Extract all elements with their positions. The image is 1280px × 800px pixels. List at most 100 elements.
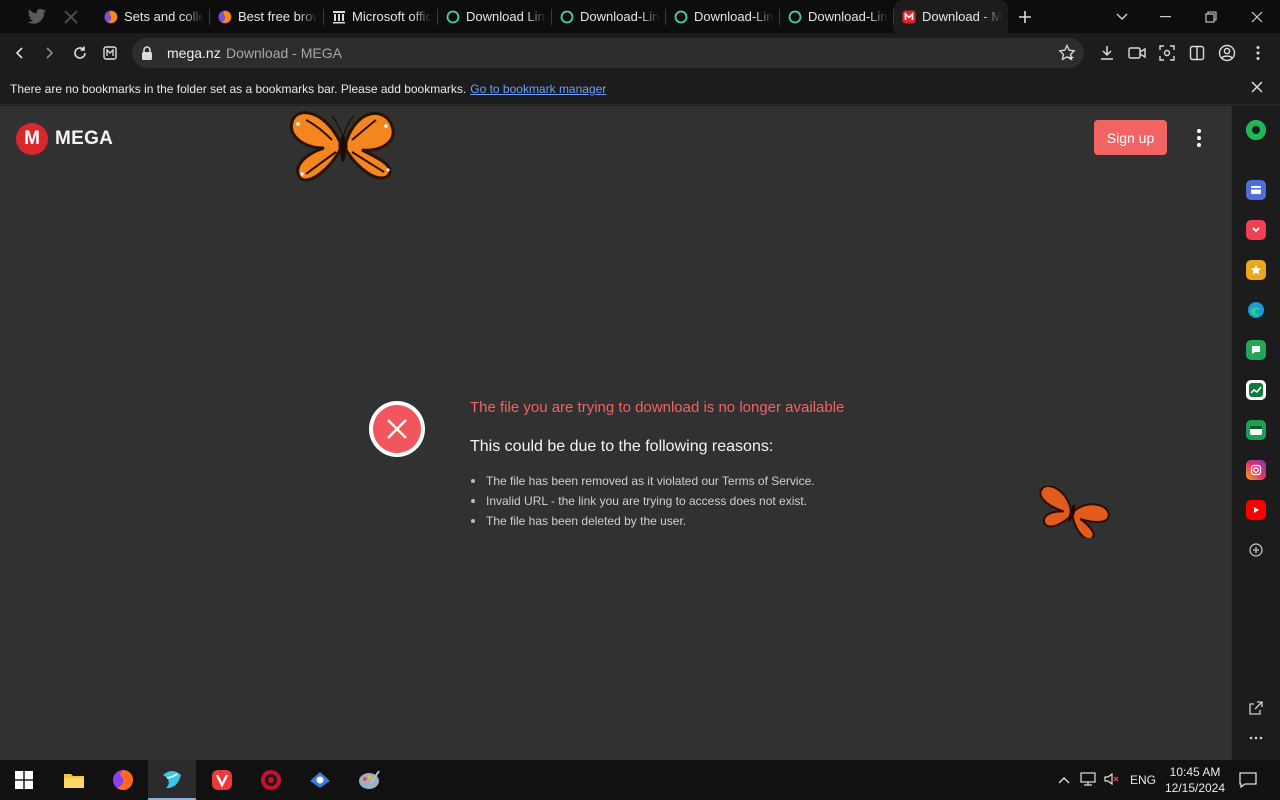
tab-title: Sets and collections [124,9,204,24]
bookmarks-notice: There are no bookmarks in the folder set… [10,82,606,96]
dot [1197,143,1201,147]
split-screen-button[interactable] [1184,40,1210,66]
close-bookmarks-notice-icon[interactable] [1250,80,1264,99]
volume-muted-icon[interactable] [1104,772,1120,789]
reader-mode-button[interactable] [97,40,123,66]
taskbar-clock[interactable]: 10:45 AM 12/15/2024 [1160,764,1230,796]
tab-title: Download Link [466,9,546,24]
sidebar-add-button[interactable] [1246,540,1266,560]
sidebar-youtube-icon[interactable] [1246,500,1266,520]
language-indicator[interactable]: ENG [1130,773,1156,787]
sidebar-edge-icon[interactable] [1246,300,1266,320]
system-tray: ENG [1058,760,1156,800]
network-icon[interactable] [1080,771,1096,789]
add-favorite-star-icon[interactable] [1058,43,1076,67]
url-page-title: Download - MEGA [226,45,342,61]
notifications-button[interactable] [1230,760,1266,800]
camera-icon [1128,47,1146,59]
taskbar-browser-active[interactable] [148,760,196,800]
tab-download-mega[interactable]: Download - MEGA [894,0,1008,33]
browser-sidebar [1231,106,1280,760]
sidebar-instagram-icon[interactable] [1246,460,1266,480]
downloads-button[interactable] [1094,40,1120,66]
sidebar-chart-icon[interactable] [1246,380,1266,400]
notification-icon [1239,772,1257,788]
paint-icon [359,770,380,789]
browser-icon [163,771,181,789]
taskbar-security-app[interactable] [247,760,295,800]
address-bar[interactable]: mega.nz Download - MEGA [132,38,1084,68]
minimize-button[interactable] [1142,0,1188,33]
circle-icon [446,10,460,24]
clock-date: 12/15/2024 [1164,781,1226,795]
tab-download-link-4[interactable]: Download-Link [780,0,894,33]
forward-button[interactable] [36,40,62,66]
tab-search-button[interactable] [1099,0,1145,33]
sidebar-spotify-icon[interactable] [1246,120,1266,140]
minimize-icon [1159,15,1171,17]
sign-up-button[interactable]: Sign up [1094,120,1167,155]
tab-sets-and-collections[interactable]: Sets and collections [96,0,210,33]
sidebar-messenger-icon[interactable] [1246,340,1266,360]
pinned-tab-x[interactable] [56,4,86,30]
new-tab-button[interactable] [1008,0,1042,33]
external-link-icon [1249,701,1263,715]
tab-title: Download - MEGA [922,9,1002,24]
x-logo-icon [64,10,78,24]
reload-icon [74,46,86,59]
page-menu-button[interactable] [1188,126,1210,150]
sidebar-calendar-icon[interactable] [1246,420,1266,440]
tab-download-link-1[interactable]: Download Link [438,0,552,33]
twitter-icon [27,8,47,24]
dot [1197,136,1201,140]
user-icon [1218,44,1236,62]
sidebar-pocket-icon[interactable] [1246,220,1266,240]
tab-title: Microsoft official [352,9,432,24]
tab-microsoft-official[interactable]: Microsoft official [324,0,438,33]
chevron-down-icon [1116,13,1128,20]
windows-taskbar: ENG 10:45 AM 12/15/2024 [0,760,1280,800]
taskbar-firefox[interactable] [99,760,147,800]
vivaldi-icon [212,770,232,790]
tab-list: Sets and collections Best free browser M… [96,0,1042,33]
plus-circle-icon [1249,543,1263,557]
restore-icon [1205,10,1217,23]
sidebar-wallet-icon[interactable] [1246,180,1266,200]
sidebar-more-button[interactable] [1246,728,1266,748]
lock-icon[interactable] [140,45,154,66]
error-icon [369,401,425,457]
close-window-button[interactable] [1234,0,1280,33]
chevron-up-icon[interactable] [1058,773,1070,787]
firefox-icon [113,770,133,790]
taskbar-file-explorer[interactable] [50,760,98,800]
screenshot-button[interactable] [1154,40,1180,66]
sidebar-favorites-star-icon[interactable] [1246,260,1266,280]
taskbar-app-8[interactable] [345,760,393,800]
taskbar-vivaldi[interactable] [198,760,246,800]
url-host: mega.nz [167,45,221,61]
tab-best-free-browser[interactable]: Best free browser [210,0,324,33]
back-button[interactable] [7,40,33,66]
tab-title: Download-Link [808,9,888,24]
restore-button[interactable] [1188,0,1234,33]
reload-button[interactable] [67,40,93,66]
taskbar-app-7[interactable] [296,760,344,800]
mega-logo-badge: M [16,123,48,155]
profile-button[interactable] [1214,40,1240,66]
error-subtitle: This could be due to the following reaso… [470,438,774,455]
browser-menu-button[interactable] [1245,40,1271,66]
video-capture-button[interactable] [1124,40,1150,66]
screenshot-icon [1159,45,1175,61]
tab-download-link-3[interactable]: Download-Link [666,0,780,33]
close-x-icon [387,419,407,439]
pinned-tab-twitter[interactable] [22,4,52,30]
more-horizontal-icon [1249,736,1263,740]
tab-download-link-2[interactable]: Download-Link [552,0,666,33]
shield-icon [261,770,281,790]
mega-logo[interactable]: M MEGA [16,123,113,155]
start-button[interactable] [0,760,48,800]
error-icon-circle [373,405,421,453]
sidebar-open-external-button[interactable] [1246,698,1266,718]
bookmark-manager-link[interactable]: Go to bookmark manager [470,82,606,96]
folder-icon [64,774,84,788]
